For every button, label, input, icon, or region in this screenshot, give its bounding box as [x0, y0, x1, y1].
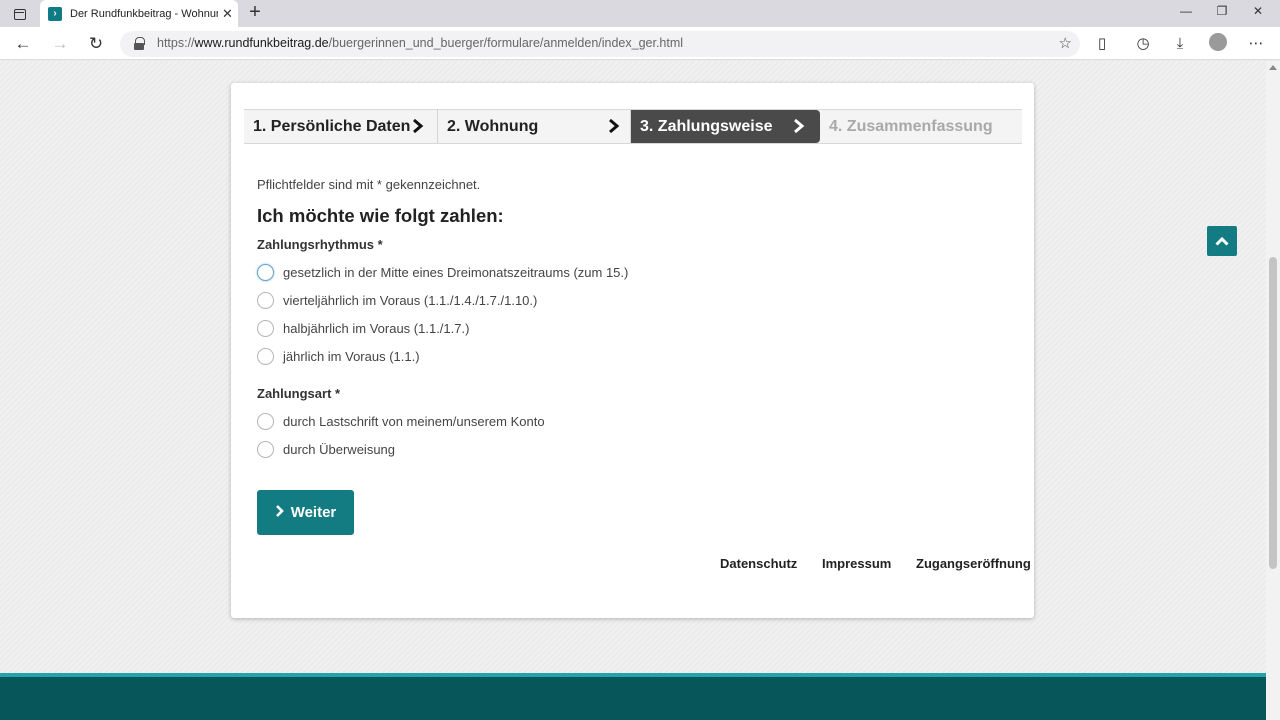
step-payment-method: 3. Zahlungsweise — [631, 110, 820, 143]
tab-title: Der Rundfunkbeitrag - Wohnung — [70, 7, 218, 20]
more-menu-icon[interactable]: ⋯ — [1245, 33, 1267, 55]
next-button-label: Weiter — [290, 504, 337, 521]
url-scheme: https:// — [157, 36, 195, 50]
chevron-right-icon — [608, 118, 620, 134]
payment-rhythm-label: Zahlungsrhythmus * — [257, 237, 383, 252]
browser-tab-bar: › Der Rundfunkbeitrag - Wohnung ✕ + — ❐ … — [0, 0, 1280, 27]
scroll-up-icon[interactable] — [1269, 65, 1277, 70]
browser-toolbar: ← → ↻ https://www.rundfunkbeitrag.de/bue… — [0, 27, 1280, 60]
url-domain: www.rundfunkbeitrag.de — [194, 36, 329, 50]
page-viewport: 1. Persönliche Daten 2. Wohnung 3. Zahlu… — [0, 61, 1266, 720]
chevron-right-icon — [412, 118, 424, 134]
rhythm-option-quarterly[interactable]: vierteljährlich im Voraus (1.1./1.4./1.7… — [257, 290, 537, 310]
reload-icon[interactable]: ↻ — [85, 33, 107, 55]
tab-actions-icon — [14, 8, 26, 20]
step-apartment[interactable]: 2. Wohnung — [438, 110, 631, 143]
site-favicon-icon: › — [48, 6, 62, 21]
url-text: https://www.rundfunkbeitrag.de/buergerin… — [157, 36, 683, 50]
radio-button[interactable] — [257, 412, 274, 430]
rhythm-option-statutory[interactable]: gesetzlich in der Mitte eines Dreimonats… — [257, 262, 628, 282]
radio-button[interactable] — [257, 263, 274, 281]
history-icon[interactable]: ◷ — [1132, 33, 1154, 55]
restore-icon[interactable]: ❐ — [1212, 4, 1232, 18]
rhythm-option-semiannual[interactable]: halbjährlich im Voraus (1.1./1.7.) — [257, 318, 469, 338]
step-label: 4. Zusammenfassung — [829, 117, 993, 135]
step-summary: 4. Zusammenfassung — [820, 110, 1020, 143]
access-opening-link[interactable]: Zugangseröffnung — [916, 556, 1031, 571]
radio-label: halbjährlich im Voraus (1.1./1.7.) — [283, 320, 470, 336]
chevron-up-icon — [1215, 236, 1229, 246]
radio-label: vierteljährlich im Voraus (1.1./1.4./1.7… — [283, 292, 538, 308]
new-tab-button[interactable]: + — [244, 2, 266, 24]
form-card: 1. Persönliche Daten 2. Wohnung 3. Zahlu… — [231, 83, 1034, 618]
profile-avatar[interactable] — [1209, 33, 1227, 51]
url-path: /buergerinnen_und_buerger/formulare/anme… — [328, 36, 684, 50]
scroll-to-top-button[interactable] — [1207, 226, 1237, 256]
chevron-right-icon — [793, 118, 805, 134]
progress-stepper: 1. Persönliche Daten 2. Wohnung 3. Zahlu… — [244, 109, 1022, 144]
downloads-icon[interactable]: ⤓ — [1169, 33, 1191, 55]
radio-label: durch Lastschrift von meinem/unserem Kon… — [283, 413, 545, 429]
page-footer — [0, 673, 1266, 720]
minimize-icon[interactable]: — — [1176, 4, 1196, 18]
step-personal-data[interactable]: 1. Persönliche Daten — [244, 110, 438, 143]
page-scrollbar[interactable] — [1266, 61, 1280, 720]
forward-icon[interactable]: → — [49, 33, 71, 55]
address-bar[interactable]: https://www.rundfunkbeitrag.de/buergerin… — [120, 31, 1080, 57]
back-icon[interactable]: ← — [12, 33, 34, 55]
privacy-link[interactable]: Datenschutz — [720, 556, 797, 571]
radio-button[interactable] — [257, 319, 274, 337]
step-label: 1. Persönliche Daten — [253, 117, 411, 135]
browser-tab[interactable]: › Der Rundfunkbeitrag - Wohnung ✕ — [40, 0, 238, 27]
step-label: 3. Zahlungsweise — [640, 117, 773, 135]
chevron-right-icon — [275, 504, 285, 522]
lock-icon — [134, 37, 145, 50]
radio-button[interactable] — [257, 291, 274, 309]
window-close-icon[interactable]: ✕ — [1248, 4, 1268, 18]
required-fields-note: Pflichtfelder sind mit * gekennzeichnet. — [257, 177, 481, 192]
form-heading: Ich möchte wie folgt zahlen: — [257, 205, 504, 226]
radio-button[interactable] — [257, 440, 274, 458]
tab-actions-button[interactable] — [6, 4, 34, 24]
step-label: 2. Wohnung — [447, 117, 539, 135]
radio-label: gesetzlich in der Mitte eines Dreimonats… — [283, 264, 629, 280]
tab-close-icon[interactable]: ✕ — [222, 6, 233, 22]
type-option-transfer[interactable]: durch Überweisung — [257, 439, 395, 459]
next-button[interactable]: Weiter — [257, 490, 354, 535]
scrollbar-thumb[interactable] — [1269, 257, 1277, 569]
imprint-link[interactable]: Impressum — [822, 556, 891, 571]
payment-type-label: Zahlungsart * — [257, 386, 341, 401]
add-favorite-icon[interactable]: ☆ — [1059, 34, 1072, 52]
radio-label: durch Überweisung — [283, 441, 396, 457]
type-option-direct-debit[interactable]: durch Lastschrift von meinem/unserem Kon… — [257, 411, 545, 431]
rhythm-option-annual[interactable]: jährlich im Voraus (1.1.) — [257, 346, 420, 366]
collections-icon[interactable]: ▯ — [1091, 33, 1113, 55]
radio-button[interactable] — [257, 347, 274, 365]
radio-label: jährlich im Voraus (1.1.) — [283, 348, 420, 364]
